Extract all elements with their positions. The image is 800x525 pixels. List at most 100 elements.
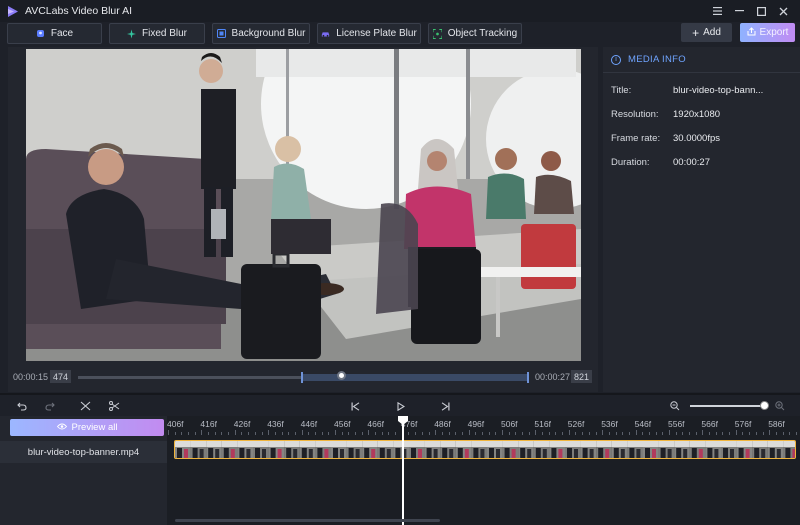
ruler-label: 536f — [601, 419, 618, 429]
zoom-slider[interactable] — [690, 405, 765, 407]
scissors-icon[interactable] — [107, 399, 121, 413]
ruler-tick — [508, 432, 510, 435]
object-tracking-button[interactable]: Object Tracking — [428, 23, 522, 44]
selected-range[interactable] — [302, 374, 528, 381]
media-info-header: i MEDIA INFO — [603, 47, 800, 73]
ruler-label: 446f — [300, 419, 318, 429]
clip-thumbnail — [440, 441, 456, 458]
redo-icon[interactable] — [43, 399, 57, 413]
clip-thumbnail — [253, 441, 269, 458]
add-button[interactable]: + Add — [681, 23, 732, 42]
timeline-track-panel: Preview all blur-video-top-banner.mp4 — [0, 416, 167, 525]
clip-thumbnail — [190, 441, 207, 458]
split-icon[interactable] — [78, 399, 92, 413]
clip-thumbnail — [206, 441, 222, 458]
clip-thumbnail — [705, 441, 721, 458]
ruler-tick — [575, 432, 577, 435]
background-blur-button[interactable]: Background Blur — [212, 23, 310, 44]
minimize-icon[interactable] — [728, 0, 750, 22]
ruler-label: 506f — [501, 419, 518, 429]
ruler-tick — [281, 432, 283, 435]
ruler-tick — [241, 432, 243, 435]
ruler-label: 426f — [233, 419, 251, 429]
plus-icon: + — [692, 25, 700, 40]
export-button[interactable]: Export — [740, 23, 795, 42]
export-icon — [747, 26, 756, 39]
clip-thumbnail — [752, 441, 768, 458]
face-mode-button[interactable]: Face — [7, 23, 102, 44]
menu-icon[interactable] — [706, 0, 728, 22]
ruler-tick — [321, 432, 323, 435]
ruler-tick — [762, 432, 764, 435]
ruler-tick — [335, 430, 336, 435]
previous-frame-icon[interactable] — [348, 399, 362, 413]
end-frame-input[interactable]: 821 — [571, 370, 592, 383]
ruler-tick — [795, 432, 797, 435]
ruler-tick — [455, 432, 457, 435]
next-frame-icon[interactable] — [438, 399, 452, 413]
scrubber-bar: 00:00:15 474 00:00:27 821 — [8, 367, 598, 387]
zoom-in-icon[interactable] — [773, 399, 787, 413]
ruler-tick — [168, 430, 169, 435]
ruler-tick — [789, 432, 791, 435]
playhead[interactable] — [402, 418, 404, 525]
ruler-tick — [749, 432, 751, 435]
scrubber-track[interactable] — [78, 371, 529, 383]
close-icon[interactable] — [772, 0, 794, 22]
panel-divider — [0, 393, 800, 395]
zoom-slider-thumb[interactable] — [760, 401, 769, 410]
maximize-icon[interactable] — [750, 0, 772, 22]
undo-icon[interactable] — [15, 399, 29, 413]
ruler-tick — [642, 432, 644, 435]
info-value: 30.0000fps — [673, 133, 721, 144]
ruler-tick — [201, 430, 203, 435]
ruler-tick — [562, 432, 564, 435]
timeline-ruler[interactable]: 406f 416f 426f 436f 446f 456f 466f 476f 486f 496f… — [167, 416, 800, 436]
export-label: Export — [759, 27, 789, 38]
ruler-tick — [208, 432, 210, 435]
range-end-handle[interactable] — [527, 372, 529, 383]
range-start-handle[interactable] — [301, 372, 303, 383]
ruler-tick — [722, 432, 724, 435]
ruler-tick — [254, 432, 256, 435]
ruler-tick — [301, 430, 303, 435]
car-icon — [321, 29, 330, 38]
ruler-tick — [461, 432, 463, 435]
video-frame[interactable] — [26, 49, 581, 361]
fixed-blur-icon — [126, 29, 136, 38]
clip-thumbnail — [533, 441, 550, 458]
ruler-tick — [428, 432, 430, 435]
preview-all-button[interactable]: Preview all — [10, 419, 164, 436]
ruler-tick — [381, 432, 383, 435]
video-clip[interactable] — [174, 440, 796, 459]
timeline-scrollbar[interactable] — [175, 519, 440, 522]
clip-thumbnail — [409, 441, 425, 458]
start-frame-input[interactable]: 474 — [50, 370, 71, 383]
ruler-tick — [314, 432, 316, 435]
clip-thumbnail — [502, 441, 519, 458]
track-file-name[interactable]: blur-video-top-banner.mp4 — [0, 441, 167, 463]
ruler-tick — [742, 432, 744, 435]
ruler-tick — [682, 432, 684, 435]
ruler-tick — [274, 432, 276, 435]
ruler-label: 566f — [701, 419, 718, 429]
eye-icon — [56, 422, 67, 433]
clip-thumbnails — [175, 441, 795, 458]
timeline[interactable]: 406f 416f 426f 436f 446f 456f 466f 476f 486f 496f… — [167, 416, 800, 525]
info-icon: i — [611, 54, 621, 65]
play-icon[interactable] — [394, 399, 408, 413]
ruler-tick — [395, 432, 397, 435]
ruler-tick — [228, 432, 230, 435]
license-plate-blur-button[interactable]: License Plate Blur — [317, 23, 421, 44]
ruler-label: 576f — [734, 419, 752, 429]
scrubber-thumb[interactable] — [337, 371, 346, 380]
ruler-tick — [495, 432, 497, 435]
background-blur-icon — [216, 29, 226, 38]
ruler-tick — [729, 432, 731, 435]
clip-thumbnail — [596, 441, 612, 458]
fixed-blur-button[interactable]: Fixed Blur — [109, 23, 205, 44]
face-mode-label: Face — [50, 28, 74, 39]
zoom-out-icon[interactable] — [668, 399, 682, 413]
ruler-label: 516f — [534, 419, 551, 429]
clip-thumbnail — [377, 441, 394, 458]
